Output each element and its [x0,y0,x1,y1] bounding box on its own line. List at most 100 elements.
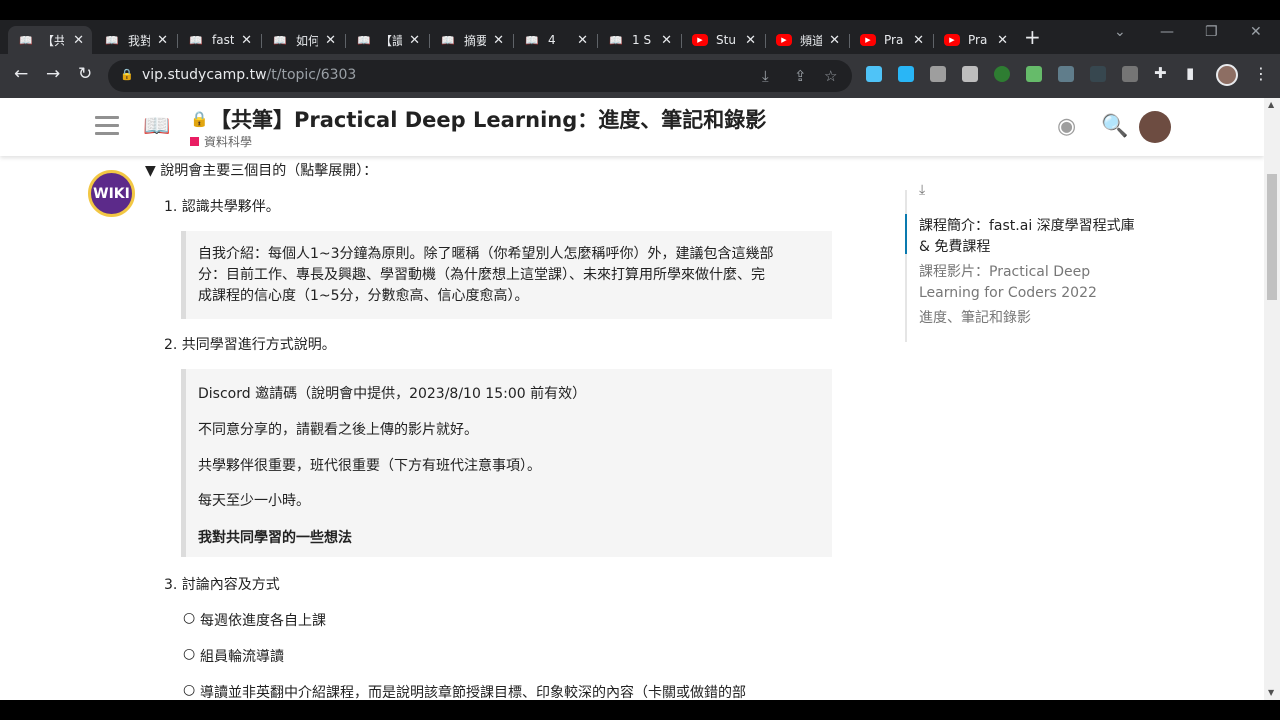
page-scrollbar[interactable]: ▲ ▼ [1264,98,1280,700]
book-icon: 📖 [609,33,623,47]
blockquote: 自我介紹：每個人1~3分鐘為原則。除了暱稱（你希望別人怎麼稱呼你）外，建議包含這… [181,231,832,319]
restore-icon[interactable]: ❐ [1205,24,1218,40]
bookmark-star-icon[interactable]: ☆ [824,67,837,85]
wiki-badge: WIKI [88,170,135,217]
extension-icon[interactable] [1026,66,1042,82]
side-panel-icon[interactable]: ▮ [1186,64,1194,82]
scrollbar-thumb[interactable] [1267,174,1277,300]
blockquote: Discord 邀請碼（說明會中提供，2023/8/10 15:00 前有效） … [181,369,832,557]
scroll-up-icon[interactable]: ▲ [1268,100,1274,109]
close-icon[interactable]: ✕ [73,33,84,48]
hamburger-icon[interactable] [95,116,119,136]
youtube-icon: ▶ [776,34,792,46]
tab[interactable]: ▶ Pra ✕ [934,26,1016,54]
list-item: 每週依進度各自上課 [200,613,326,629]
camera-icon[interactable] [930,66,946,82]
search-icon[interactable]: 🔍 [1101,114,1128,139]
evernote-icon[interactable] [994,66,1010,82]
minimize-icon[interactable]: — [1160,24,1174,40]
list-item: 導讀並非英翻中介紹課程，而是說明該章節授課目標、印象較深的內容（卡關或做錯的部 [200,685,746,700]
book-icon: 📖 [189,33,203,47]
close-icon[interactable]: ✕ [913,33,924,48]
book-icon: 📖 [19,33,33,47]
tab[interactable]: 📖 如何 ✕ [262,26,344,54]
close-icon[interactable]: ✕ [829,33,840,48]
extension-icon[interactable] [1058,66,1074,82]
close-icon[interactable]: ✕ [241,33,252,48]
more-menu-icon[interactable]: ⋮ [1253,64,1269,83]
close-icon[interactable]: ✕ [157,33,168,48]
book-icon: 📖 [357,33,371,47]
close-icon[interactable]: ✕ [661,33,672,48]
tab-search-icon[interactable]: ⌄ [1114,24,1126,40]
category-badge[interactable]: 資料科學 [190,133,252,150]
tab[interactable]: 📖 摘要 ✕ [430,26,512,54]
tab[interactable]: 📖 我對 ✕ [94,26,176,54]
browser-window: 📖 【共 ✕ 📖 我對 ✕ 📖 fast ✕ 📖 如何 ✕ 📖 【讀 ✕ 📖 摘… [0,20,1280,700]
youtube-icon: ▶ [860,34,876,46]
url-text: vip.studycamp.tw/t/topic/6303 [142,67,357,83]
details-summary[interactable]: ▼ 說明會主要三個目的（點擊展開）： [145,160,377,180]
forward-icon[interactable]: → [46,64,60,84]
close-icon[interactable]: ✕ [493,33,504,48]
ideas-link[interactable]: 我對共同學習的一些想法 [198,527,352,547]
list-item: 3. 討論內容及方式 [164,577,280,593]
puzzle-icon[interactable]: ✚ [1154,64,1167,82]
new-tab-button[interactable]: + [1024,26,1041,48]
translate-icon[interactable] [962,66,978,82]
close-icon[interactable]: ✕ [325,33,336,48]
toc-active-indicator [905,214,907,254]
tab[interactable]: ▶ Stu ✕ [682,26,764,54]
toc-item[interactable]: 進度、筆記和錄影 [919,308,1145,329]
install-icon[interactable]: ⤓ [762,67,769,85]
site-header: 📖 🔒 【共筆】Practical Deep Learning：進度、筆記和錄影… [0,98,1264,156]
toc-item[interactable]: 課程影片：Practical Deep Learning for Coders … [919,262,1145,304]
topic-title[interactable]: 【共筆】Practical Deep Learning：進度、筆記和錄影 [210,104,766,134]
tab[interactable]: 📖 fast ✕ [178,26,260,54]
bullet-icon: ○ [183,646,196,662]
tab[interactable]: ▶ Pra ✕ [850,26,932,54]
extension-icon[interactable] [1122,66,1138,82]
lock-icon: 🔒 [120,68,134,81]
window-close-icon[interactable]: ✕ [1250,24,1262,40]
book-icon: 📖 [525,33,539,47]
youtube-icon: ▶ [692,34,708,46]
toc-item[interactable]: 課程簡介：fast.ai 深度學習程式庫 & 免費課程 [919,216,1145,258]
scroll-down-icon[interactable]: ▼ [1268,688,1274,697]
tab-active[interactable]: 📖 【共 ✕ [8,26,92,54]
tab[interactable]: ▶ 頻道 ✕ [766,26,848,54]
close-icon[interactable]: ✕ [997,33,1008,48]
list-item: 2. 共同學習進行方式說明。 [164,337,336,353]
tab[interactable]: 📖 1 S ✕ [598,26,680,54]
list-item: 1. 認識共學夥伴。 [164,199,280,215]
tab[interactable]: 📖 【讀 ✕ [346,26,428,54]
book-icon: 📖 [273,33,287,47]
share-icon[interactable]: ⇪ [794,67,807,85]
lock-icon: 🔒 [190,110,209,128]
address-bar[interactable]: 🔒 vip.studycamp.tw/t/topic/6303 ⤓ ⇪ ☆ [108,60,852,92]
user-avatar[interactable] [1139,111,1171,143]
page-content: 📖 🔒 【共筆】Practical Deep Learning：進度、筆記和錄影… [0,98,1264,700]
download-icon[interactable]: ⤓ [919,182,925,198]
extension-icon[interactable] [898,66,914,82]
extension-icon[interactable] [866,66,882,82]
bullet-icon: ○ [183,610,196,626]
close-icon[interactable]: ✕ [409,33,420,48]
back-icon[interactable]: ← [14,64,28,84]
reload-icon[interactable]: ↻ [78,64,92,84]
site-logo-icon[interactable]: 📖 [143,114,170,139]
discord-icon[interactable]: ◉ [1057,114,1076,139]
close-icon[interactable]: ✕ [577,33,588,48]
list-item: 組員輪流導讀 [200,649,284,665]
close-icon[interactable]: ✕ [745,33,756,48]
tab[interactable]: 📖 4 ✕ [514,26,596,54]
tab-strip: 📖 【共 ✕ 📖 我對 ✕ 📖 fast ✕ 📖 如何 ✕ 📖 【讀 ✕ 📖 摘… [0,20,1280,54]
browser-toolbar: ← → ↻ 🔒 vip.studycamp.tw/t/topic/6303 ⤓ … [0,54,1280,98]
table-of-contents: ⤓ 課程簡介：fast.ai 深度學習程式庫 & 免費課程 課程影片：Pract… [905,182,1165,342]
youtube-icon: ▶ [944,34,960,46]
book-icon: 📖 [105,33,119,47]
profile-avatar[interactable] [1216,64,1238,86]
extension-icon[interactable] [1090,66,1106,82]
bullet-icon: ○ [183,682,196,698]
book-icon: 📖 [441,33,455,47]
